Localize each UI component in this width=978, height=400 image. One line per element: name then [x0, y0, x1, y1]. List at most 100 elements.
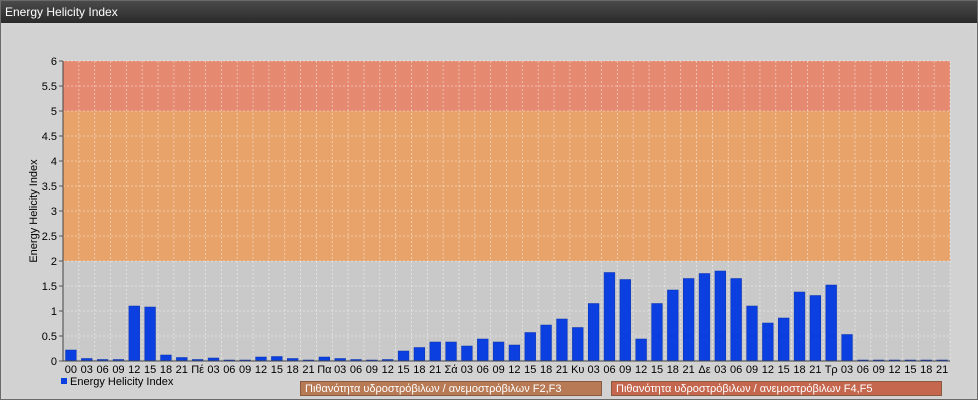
- x-tick-label: 03: [714, 364, 726, 376]
- bar: [144, 306, 156, 362]
- bar: [271, 356, 283, 362]
- legend[interactable]: Energy Helicity Index: [61, 376, 173, 388]
- legend-label: Energy Helicity Index: [70, 376, 174, 388]
- x-tick-label: 09: [619, 364, 631, 376]
- bar: [730, 278, 742, 362]
- y-tick-label: 4: [51, 156, 57, 168]
- bar: [508, 344, 521, 362]
- x-tick-label: 12: [128, 364, 140, 376]
- x-tick-label: 15: [397, 364, 409, 376]
- x-tick-label: 18: [667, 364, 679, 376]
- x-tick-label: 09: [492, 364, 504, 376]
- x-tick-label: 18: [540, 364, 552, 376]
- y-tick-label: 2.5: [42, 231, 57, 243]
- x-tick-label: 06: [477, 364, 489, 376]
- x-tick-label: 15: [651, 364, 663, 376]
- bar: [445, 341, 457, 362]
- x-tick-label: Κυ: [571, 364, 584, 376]
- bar: [556, 318, 568, 362]
- x-tick-label: 06: [857, 364, 869, 376]
- bar: [778, 317, 790, 362]
- x-tick-label: Τρ: [825, 364, 838, 376]
- x-tick-label: 03: [81, 364, 93, 376]
- bar: [587, 303, 600, 362]
- y-tick-label: 1: [51, 306, 57, 318]
- bar: [619, 279, 631, 362]
- y-tick-label: 0: [51, 356, 57, 368]
- bar: [524, 332, 536, 362]
- x-tick-label: 00: [65, 364, 77, 376]
- bar: [429, 341, 441, 362]
- bar: [540, 324, 552, 362]
- x-tick-label: 03: [587, 364, 599, 376]
- x-tick-label: 12: [635, 364, 647, 376]
- x-tick-label: 12: [382, 364, 394, 376]
- bar: [603, 272, 616, 362]
- bar: [176, 357, 188, 362]
- y-axis-label: Energy Helicity Index: [28, 159, 40, 263]
- bar: [65, 349, 77, 362]
- bar: [841, 334, 853, 362]
- bar: [318, 356, 330, 362]
- x-tick-label: 09: [239, 364, 251, 376]
- x-tick-label: 15: [524, 364, 536, 376]
- x-tick-label: 15: [778, 364, 790, 376]
- x-tick-label: 21: [683, 364, 695, 376]
- x-tick-label: 09: [112, 364, 124, 376]
- x-tick-label: 06: [730, 364, 742, 376]
- x-tick-label: 12: [888, 364, 900, 376]
- x-tick-label: 21: [936, 364, 948, 376]
- bar: [667, 289, 679, 362]
- bar: [762, 322, 774, 362]
- x-tick-label: 18: [793, 364, 805, 376]
- bar: [572, 327, 584, 362]
- x-tick-label: 09: [873, 364, 885, 376]
- x-tick-label: 21: [302, 364, 314, 376]
- x-tick-label: Σά: [444, 364, 458, 376]
- band-label-f2-f3: Πιθανότητα υδροστρόβιλων / ανεμοστρόβιλω…: [300, 381, 602, 396]
- x-tick-label: 12: [762, 364, 774, 376]
- bar: [698, 273, 711, 362]
- bar: [461, 345, 473, 362]
- bar: [255, 356, 267, 362]
- bar: [809, 295, 822, 362]
- x-tick-label: 03: [461, 364, 473, 376]
- y-tick-label: 0.5: [42, 331, 57, 343]
- x-tick-label: 18: [413, 364, 425, 376]
- band-label-f4-f5: Πιθανότητα υδροστρόβιλων / ανεμοστρόβιλω…: [611, 381, 942, 396]
- y-tick-label: 3: [51, 206, 57, 218]
- x-tick-label: 15: [271, 364, 283, 376]
- x-tick-label: Πέ: [191, 364, 204, 376]
- x-tick-label: 21: [556, 364, 568, 376]
- bar: [825, 284, 837, 362]
- x-tick-label: 15: [144, 364, 156, 376]
- x-tick-label: 06: [350, 364, 362, 376]
- ehi-chart: 00.511.522.533.544.555.5600 03 06 09 12 15 18 2…: [28, 56, 951, 376]
- x-tick-label: 03: [334, 364, 346, 376]
- x-tick-label: 09: [366, 364, 378, 376]
- x-tick-label: 21: [176, 364, 188, 376]
- x-tick-label: 18: [287, 364, 299, 376]
- legend-swatch: [61, 378, 67, 384]
- bar: [397, 350, 410, 362]
- chart-window: Energy Helicity Index 0 0.5 1 1.5 2 2.5 3 3.5 4 4…: [0, 0, 978, 400]
- x-tick-label: 12: [508, 364, 520, 376]
- x-tick-label: 03: [841, 364, 853, 376]
- bar: [477, 338, 489, 362]
- bar: [413, 347, 426, 362]
- x-tick-label: 15: [904, 364, 916, 376]
- x-tick-label: 18: [920, 364, 932, 376]
- bar: [683, 278, 695, 362]
- x-tick-label: 06: [603, 364, 615, 376]
- x-tick-label: 06: [96, 364, 108, 376]
- x-tick-label: 21: [429, 364, 441, 376]
- y-tick-label: 5: [51, 106, 57, 118]
- x-tick-label: 21: [809, 364, 821, 376]
- x-tick-label: 03: [207, 364, 219, 376]
- y-tick-label: 6: [51, 56, 57, 68]
- x-tick-label: 18: [160, 364, 172, 376]
- bar: [160, 354, 172, 362]
- x-tick-label: 09: [746, 364, 758, 376]
- bar: [128, 305, 140, 362]
- y-tick-label: 4.5: [42, 131, 57, 143]
